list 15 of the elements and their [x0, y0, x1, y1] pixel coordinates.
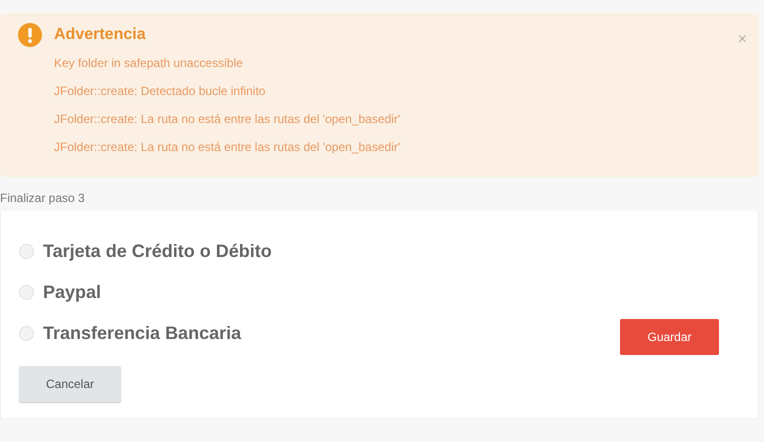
step-label: Finalizar paso 3	[0, 190, 86, 207]
payment-option[interactable]: Tarjeta de Crédito o Débito	[19, 241, 272, 262]
alert-title: Advertencia	[54, 26, 146, 44]
radio-button[interactable]	[19, 244, 34, 259]
alert-message: JFolder::create: La ruta no está entre las rutas del 'open_basedir'	[54, 139, 402, 156]
save-button[interactable]: Guardar	[620, 318, 719, 354]
alert-message: Key folder in safepath unaccessible	[54, 55, 244, 72]
payment-option[interactable]: Paypal	[19, 282, 102, 303]
alert-message: JFolder::create: La ruta no está entre las rutas del 'open_basedir'	[54, 111, 402, 128]
radio-button[interactable]	[19, 285, 34, 300]
payment-option[interactable]: Transferencia Bancaria	[19, 323, 242, 344]
alert-message: JFolder::create: Detectado bucle infinito	[54, 83, 266, 100]
warning-icon	[18, 23, 42, 47]
radio-button[interactable]	[19, 326, 34, 341]
cancel-button[interactable]: Cancelar	[19, 366, 121, 402]
